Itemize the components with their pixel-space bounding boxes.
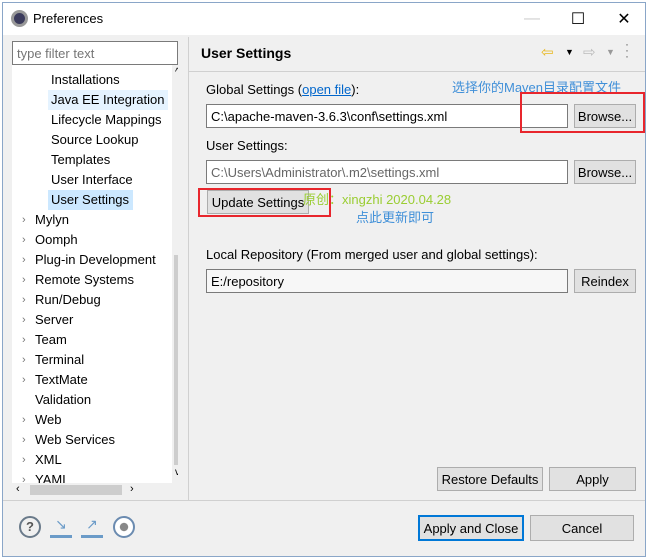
- tree-item[interactable]: › Plug-in Development: [12, 250, 172, 270]
- tree-item[interactable]: User Settings: [48, 190, 134, 210]
- global-browse-button[interactable]: Browse...: [574, 104, 636, 128]
- tree-item[interactable]: › XML: [12, 450, 172, 470]
- preference-tree: Installations Java EE Integration Lifecycl…: [12, 65, 178, 495]
- tree-item-label: Plug-in Development: [35, 252, 156, 267]
- tree-item[interactable]: Installations: [48, 70, 124, 90]
- tree-item-label: XML: [35, 452, 62, 467]
- more-menu-icon[interactable]: · · ·: [625, 38, 629, 62]
- export-icon[interactable]: ↗: [81, 516, 103, 538]
- global-settings-field[interactable]: [206, 104, 568, 128]
- tree-item[interactable]: Validation: [12, 390, 172, 410]
- cancel-button[interactable]: Cancel: [530, 515, 634, 541]
- chevron-right-icon[interactable]: ›: [22, 310, 26, 330]
- scroll-down-icon[interactable]: v: [175, 467, 178, 478]
- pane-divider[interactable]: [188, 37, 189, 501]
- chevron-right-icon[interactable]: ›: [22, 330, 26, 350]
- chevron-right-icon[interactable]: ›: [22, 370, 26, 390]
- local-repo-field[interactable]: [206, 269, 568, 293]
- chevron-right-icon[interactable]: ›: [22, 210, 26, 230]
- close-button[interactable]: ✕: [601, 3, 647, 35]
- chevron-right-icon[interactable]: ›: [22, 230, 26, 250]
- tree-item[interactable]: › Team: [12, 330, 172, 350]
- minimize-button[interactable]: —: [509, 3, 555, 35]
- chevron-right-icon[interactable]: ›: [22, 350, 26, 370]
- tree-item[interactable]: › Web Services: [12, 430, 172, 450]
- tree-item[interactable]: › Oomph: [12, 230, 172, 250]
- eclipse-icon: [11, 10, 28, 27]
- tree-item[interactable]: › Mylyn: [12, 210, 172, 230]
- record-icon[interactable]: [113, 516, 135, 538]
- local-repo-label: Local Repository (From merged user and g…: [206, 247, 538, 262]
- tree-item[interactable]: User Interface: [48, 170, 137, 190]
- reindex-button[interactable]: Reindex: [574, 269, 636, 293]
- tree-item-label: Web Services: [35, 432, 115, 447]
- annotation-author: 原创：xingzhi 2020.04.28: [303, 192, 452, 207]
- maximize-button[interactable]: ☐: [555, 3, 601, 35]
- tree-item-label: Validation: [35, 392, 92, 407]
- preferences-dialog: Preferences — ☐ ✕ InstallationsJava EE I…: [2, 2, 646, 557]
- header-separator: [189, 71, 645, 72]
- scroll-thumb[interactable]: [174, 255, 178, 465]
- tree-item-label: Server: [35, 312, 74, 327]
- tree-item-label: Remote Systems: [35, 272, 134, 287]
- tree-item-label: Web: [35, 412, 62, 427]
- chevron-right-icon[interactable]: ›: [22, 410, 26, 430]
- global-label-end: ):: [351, 82, 360, 97]
- tree-item[interactable]: › TextMate: [12, 370, 172, 390]
- tree-item-label: Oomph: [35, 232, 78, 247]
- restore-defaults-button[interactable]: Restore Defaults: [437, 467, 543, 491]
- user-settings-label: User Settings:: [206, 138, 288, 153]
- tree-vertical-scrollbar[interactable]: ^ v: [172, 65, 178, 483]
- tree-item[interactable]: › Remote Systems: [12, 270, 172, 290]
- open-file-link[interactable]: open file: [302, 82, 351, 97]
- title-bar: Preferences — ☐ ✕: [3, 3, 645, 35]
- scroll-left-icon[interactable]: ‹: [16, 483, 20, 495]
- filter-input[interactable]: [12, 41, 178, 65]
- tree-item[interactable]: Source Lookup: [48, 130, 142, 150]
- tree-horizontal-scrollbar[interactable]: ‹ ›: [12, 483, 178, 495]
- global-settings-label: Global Settings (open file):: [206, 82, 359, 97]
- user-settings-field[interactable]: [206, 160, 568, 184]
- tree-item-label: TextMate: [35, 372, 88, 387]
- tree-item[interactable]: Java EE Integration: [48, 90, 169, 110]
- tree-item[interactable]: Lifecycle Mappings: [48, 110, 166, 130]
- apply-button[interactable]: Apply: [549, 467, 636, 491]
- help-icon[interactable]: ?: [19, 516, 41, 538]
- annotation-update-hint: 点此更新即可: [356, 210, 435, 225]
- back-menu-icon[interactable]: ▼: [565, 47, 574, 57]
- back-arrow-icon[interactable]: ⇦: [541, 43, 554, 61]
- global-label-text: Global Settings (: [206, 82, 303, 97]
- forward-arrow-icon[interactable]: ⇨: [583, 43, 596, 61]
- user-browse-button[interactable]: Browse...: [574, 160, 636, 184]
- hscroll-thumb[interactable]: [30, 485, 122, 495]
- forward-menu-icon[interactable]: ▼: [606, 47, 615, 57]
- tree-item-label: Team: [35, 332, 67, 347]
- tree-item[interactable]: › Server: [12, 310, 172, 330]
- tree-item-label: Run/Debug: [35, 292, 101, 307]
- tree-item[interactable]: Templates: [48, 150, 114, 170]
- page-title: User Settings: [201, 45, 292, 61]
- footer-separator: [3, 500, 645, 501]
- tree-item-label: Mylyn: [35, 212, 69, 227]
- tree-item[interactable]: › Web: [12, 410, 172, 430]
- chevron-right-icon[interactable]: ›: [22, 250, 26, 270]
- tree-item[interactable]: › Terminal: [12, 350, 172, 370]
- scroll-right-icon[interactable]: ›: [130, 483, 134, 495]
- import-icon[interactable]: ↘: [50, 516, 72, 538]
- apply-and-close-button[interactable]: Apply and Close: [418, 515, 524, 541]
- window-title: Preferences: [33, 11, 104, 26]
- tree-item[interactable]: › Run/Debug: [12, 290, 172, 310]
- tree-item-label: Terminal: [35, 352, 85, 367]
- chevron-right-icon[interactable]: ›: [22, 270, 26, 290]
- chevron-right-icon[interactable]: ›: [22, 430, 26, 450]
- chevron-right-icon[interactable]: ›: [22, 450, 26, 470]
- scroll-up-icon[interactable]: ^: [175, 67, 178, 78]
- chevron-right-icon[interactable]: ›: [22, 290, 26, 310]
